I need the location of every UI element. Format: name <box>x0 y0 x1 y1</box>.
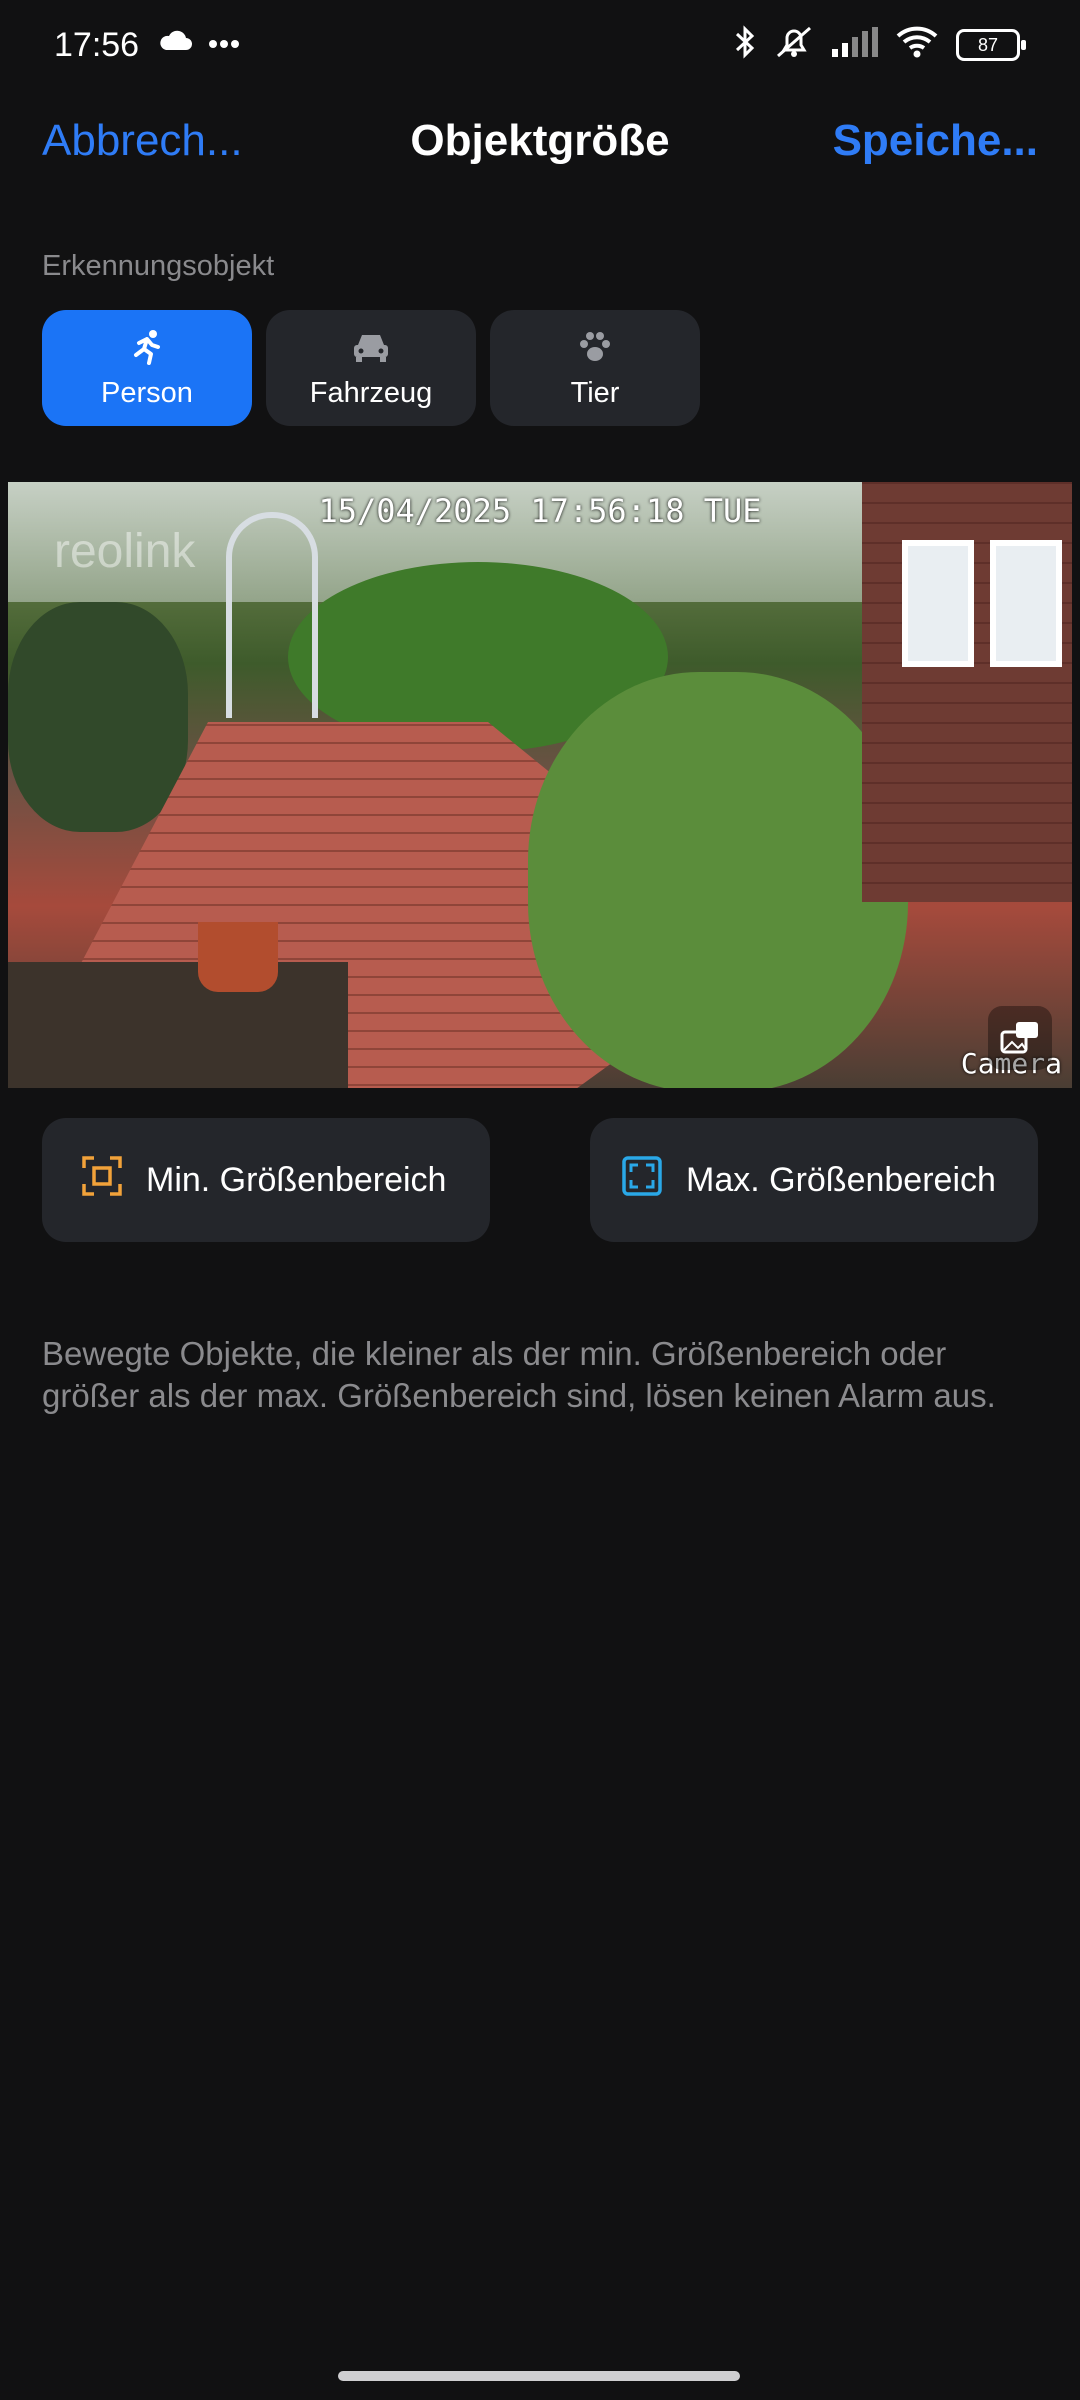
min-size-icon <box>82 1155 122 1205</box>
status-bar: 17:56 87 <box>0 0 1080 96</box>
chip-vehicle[interactable]: Fahrzeug <box>266 310 476 426</box>
header: Abbrech... Objektgröße Speiche... <box>0 110 1080 180</box>
wifi-icon <box>896 26 938 63</box>
camera-flower-pot <box>198 922 278 992</box>
signal-icon <box>832 27 878 62</box>
camera-timestamp: 15/04/2025 17:56:18 TUE <box>318 492 762 530</box>
chip-person[interactable]: Person <box>42 310 252 426</box>
chip-label: Fahrzeug <box>309 376 433 409</box>
bluetooth-icon <box>734 24 756 65</box>
running-person-icon <box>127 327 167 367</box>
picture-in-picture-icon[interactable] <box>988 1006 1052 1070</box>
status-right-icons: 87 <box>734 24 1026 65</box>
home-indicator[interactable] <box>338 2371 740 2381</box>
chip-label: Person <box>101 376 193 409</box>
battery-icon: 87 <box>956 28 1026 61</box>
camera-garden-arch <box>226 512 318 718</box>
camera-watermark: reolink <box>54 525 196 578</box>
chip-animal[interactable]: Tier <box>490 310 700 426</box>
camera-preview[interactable]: reolink 15/04/2025 17:56:18 TUE Camera <box>8 482 1072 1088</box>
muted-bell-icon <box>774 24 814 65</box>
detection-object-chips: Person Fahrzeug Tier <box>42 310 700 426</box>
min-size-button[interactable]: Min. Größenbereich <box>42 1118 490 1242</box>
max-size-button[interactable]: Max. Größenbereich <box>590 1118 1038 1242</box>
camera-window <box>902 540 974 667</box>
chip-label: Tier <box>570 376 620 409</box>
status-left-icons <box>158 30 240 59</box>
status-time: 17:56 <box>54 26 140 64</box>
min-size-label: Min. Größenbereich <box>146 1160 447 1199</box>
more-icon <box>208 36 240 54</box>
car-icon <box>351 327 391 367</box>
save-button[interactable]: Speiche... <box>833 116 1038 166</box>
camera-bush <box>8 602 188 832</box>
help-text: Bewegte Objekte, die kleiner als der min… <box>42 1335 996 1414</box>
section-label: Erkennungsobjekt <box>42 250 275 282</box>
max-size-icon <box>622 1155 662 1205</box>
max-size-label: Max. Größenbereich <box>686 1160 996 1199</box>
paw-icon <box>575 327 615 367</box>
cloud-icon <box>158 30 194 59</box>
camera-soil <box>8 962 348 1088</box>
camera-window <box>990 540 1062 667</box>
camera-shrub <box>528 672 908 1088</box>
